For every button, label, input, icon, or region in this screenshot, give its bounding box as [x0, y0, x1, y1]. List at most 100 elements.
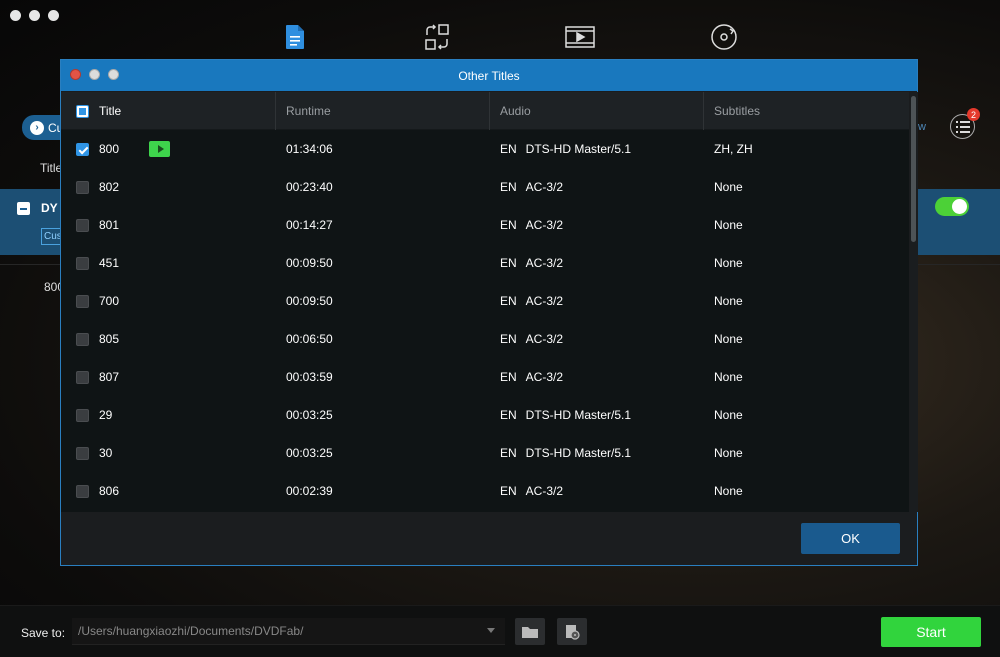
- title-number: 801: [99, 218, 120, 232]
- column-header-subtitles[interactable]: Subtitles: [704, 92, 909, 130]
- select-all-checkbox[interactable]: [76, 104, 89, 118]
- create-iso-button[interactable]: [557, 618, 587, 645]
- queue-count-badge: 2: [967, 108, 980, 121]
- title-cell: 805: [61, 332, 276, 346]
- table-body: 800 01:34:06 EN DTS-HD Master/5.1 ZH, ZH 802 0…: [61, 130, 909, 510]
- table-row[interactable]: 806 00:02:39 EN AC-3/2 None: [61, 472, 909, 510]
- document-icon[interactable]: [280, 22, 310, 52]
- audio-language: EN: [500, 408, 517, 422]
- dialog-window-controls: [70, 69, 119, 80]
- audio-language: EN: [500, 180, 517, 194]
- dialog-minimize-button[interactable]: [89, 69, 100, 80]
- runtime-cell: 00:03:25: [286, 408, 333, 422]
- audio-cell: EN DTS-HD Master/5.1: [490, 408, 704, 422]
- row-checkbox[interactable]: [76, 446, 89, 460]
- audio-language: EN: [500, 294, 517, 308]
- arrow-right-icon: ›: [30, 120, 44, 135]
- runtime-cell: 00:09:50: [286, 294, 333, 308]
- subtitles-cell: None: [714, 294, 743, 308]
- title-cell: 700: [61, 294, 276, 308]
- audio-language: EN: [500, 370, 517, 384]
- table-row[interactable]: 700 00:09:50 EN AC-3/2 None: [61, 282, 909, 320]
- view-link[interactable]: w: [918, 121, 926, 133]
- title-number: 29: [99, 408, 113, 422]
- dialog-close-button[interactable]: [70, 69, 81, 80]
- audio-language: EN: [500, 446, 517, 460]
- title-cell: 451: [61, 256, 276, 270]
- table-scrollbar[interactable]: [910, 92, 918, 512]
- subtitles-cell: None: [714, 370, 743, 384]
- title-number: 807: [99, 370, 120, 384]
- row-checkbox[interactable]: [76, 484, 89, 498]
- title-cell: 801: [61, 218, 276, 232]
- row-checkbox[interactable]: [76, 180, 89, 194]
- ok-button[interactable]: OK: [801, 523, 900, 554]
- table-row[interactable]: 805 00:06:50 EN AC-3/2 None: [61, 320, 909, 358]
- table-row[interactable]: 807 00:03:59 EN AC-3/2 None: [61, 358, 909, 396]
- dialog-titlebar: Other Titles: [61, 60, 917, 91]
- audio-cell: EN AC-3/2: [490, 256, 704, 270]
- subtitles-cell: None: [714, 408, 743, 422]
- row-checkbox[interactable]: [76, 332, 89, 346]
- title-cell: 30: [61, 446, 276, 460]
- audio-cell: EN DTS-HD Master/5.1: [490, 142, 704, 156]
- column-header-title[interactable]: Title: [61, 92, 276, 130]
- audio-cell: EN AC-3/2: [490, 294, 704, 308]
- mode-toolbar: [0, 18, 1000, 58]
- subtitles-cell: None: [714, 180, 743, 194]
- runtime-cell: 00:06:50: [286, 332, 333, 346]
- audio-language: EN: [500, 142, 517, 156]
- audio-cell: EN DTS-HD Master/5.1: [490, 446, 704, 460]
- row-checkbox[interactable]: [76, 256, 89, 270]
- row-checkbox[interactable]: [76, 142, 89, 156]
- title-number: 700: [99, 294, 120, 308]
- iso-icon: [566, 624, 580, 640]
- dialog-title: Other Titles: [458, 68, 520, 83]
- play-preview-icon[interactable]: [149, 141, 171, 157]
- subtitles-cell: None: [714, 256, 743, 270]
- folder-icon: [522, 626, 538, 638]
- table-row[interactable]: 451 00:09:50 EN AC-3/2 None: [61, 244, 909, 282]
- audio-cell: EN AC-3/2: [490, 370, 704, 384]
- convert-icon[interactable]: [422, 22, 452, 52]
- subtitles-cell: None: [714, 484, 743, 498]
- chevron-down-icon[interactable]: [487, 628, 495, 633]
- dialog-zoom-button[interactable]: [108, 69, 119, 80]
- start-button[interactable]: Start: [881, 617, 981, 647]
- table-row[interactable]: 802 00:23:40 EN AC-3/2 None: [61, 168, 909, 206]
- collapse-icon[interactable]: [17, 202, 30, 215]
- runtime-cell: 00:09:50: [286, 256, 333, 270]
- save-path-field[interactable]: /Users/huangxiaozhi/Documents/DVDFab/: [72, 618, 505, 645]
- audio-cell: EN AC-3/2: [490, 332, 704, 346]
- subtitles-cell: ZH, ZH: [714, 142, 753, 156]
- audio-language: EN: [500, 484, 517, 498]
- row-checkbox[interactable]: [76, 370, 89, 384]
- column-header-audio[interactable]: Audio: [490, 92, 704, 130]
- browse-folder-button[interactable]: [515, 618, 545, 645]
- title-column-label: Title: [40, 161, 63, 175]
- audio-cell: EN AC-3/2: [490, 180, 704, 194]
- list-icon: [955, 120, 970, 133]
- column-header-runtime[interactable]: Runtime: [276, 92, 490, 130]
- title-number: 805: [99, 332, 120, 346]
- row-checkbox[interactable]: [76, 408, 89, 422]
- disc-burn-icon[interactable]: [709, 22, 739, 52]
- table-row[interactable]: 29 00:03:25 EN DTS-HD Master/5.1 None: [61, 396, 909, 434]
- source-title: DY: [41, 201, 58, 215]
- audio-format: AC-3/2: [525, 332, 564, 346]
- table-header: Title Runtime Audio Subtitles: [61, 92, 909, 130]
- table-row[interactable]: 800 01:34:06 EN DTS-HD Master/5.1 ZH, ZH: [61, 130, 909, 168]
- title-number: 802: [99, 180, 120, 194]
- row-checkbox[interactable]: [76, 294, 89, 308]
- enable-toggle[interactable]: [935, 197, 969, 216]
- audio-cell: EN AC-3/2: [490, 218, 704, 232]
- audio-format: DTS-HD Master/5.1: [525, 446, 632, 460]
- scrollbar-thumb[interactable]: [911, 96, 916, 242]
- table-row[interactable]: 30 00:03:25 EN DTS-HD Master/5.1 None: [61, 434, 909, 472]
- row-checkbox[interactable]: [76, 218, 89, 232]
- table-row[interactable]: 801 00:14:27 EN AC-3/2 None: [61, 206, 909, 244]
- subtitles-cell: None: [714, 332, 743, 346]
- audio-format: DTS-HD Master/5.1: [525, 142, 632, 156]
- title-cell: 29: [61, 408, 276, 422]
- video-icon[interactable]: [565, 22, 595, 52]
